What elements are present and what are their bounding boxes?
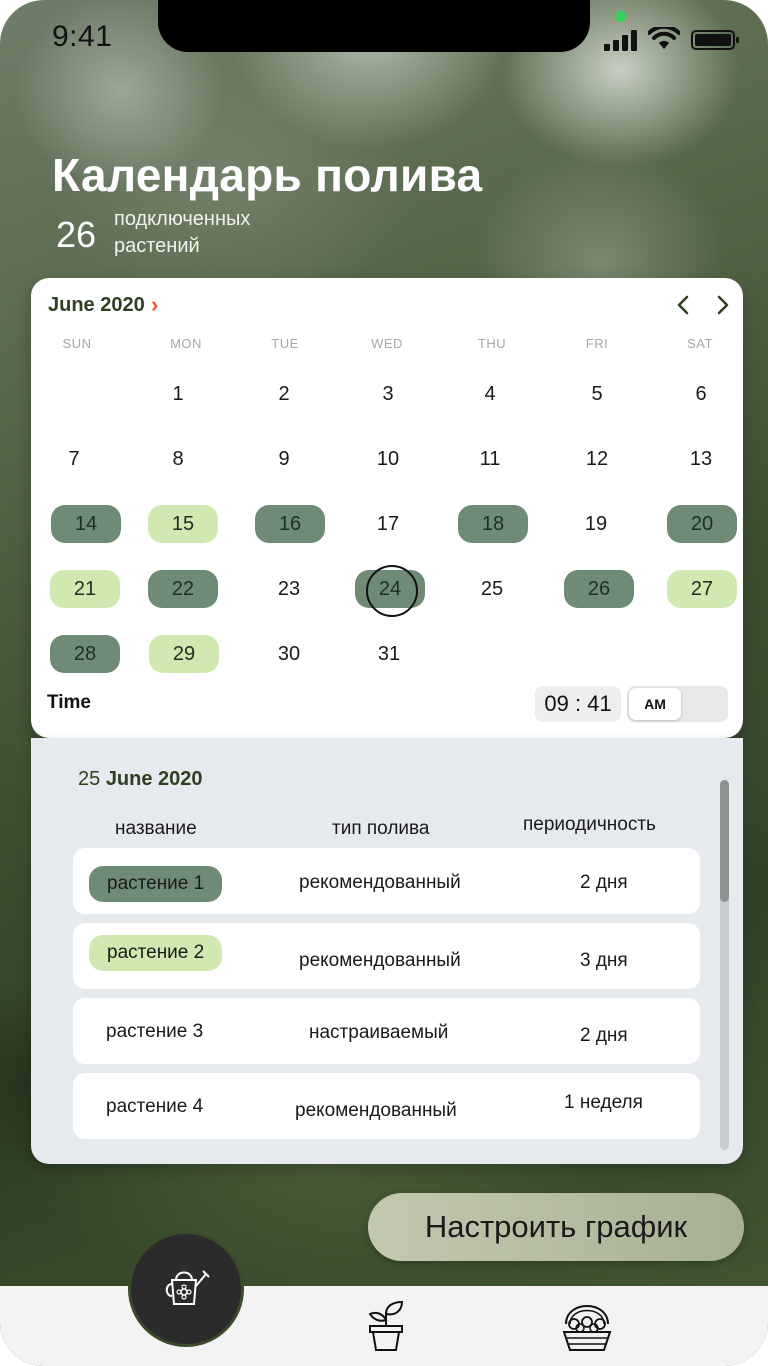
calendar-day-today[interactable]: 24 bbox=[355, 565, 425, 617]
next-month-button[interactable] bbox=[708, 288, 738, 322]
calendar-day[interactable]: 7 bbox=[38, 440, 110, 478]
weekday-mon: MON bbox=[170, 336, 202, 351]
calendar-day[interactable]: 2 bbox=[248, 375, 320, 413]
page-title: Календарь полива bbox=[52, 149, 483, 201]
am-option[interactable]: AM bbox=[629, 688, 681, 720]
schedule-panel: 25 June 2020 название тип полива периоди… bbox=[31, 738, 743, 1164]
plant-name-badge: растение 2 bbox=[89, 935, 223, 971]
wifi-icon bbox=[648, 27, 680, 49]
table-row[interactable]: растение 2 рекомендованный 3 дня bbox=[73, 923, 700, 989]
watering-type: рекомендованный bbox=[299, 950, 461, 971]
calendar-day[interactable]: 1 bbox=[142, 375, 214, 413]
status-time: 9:41 bbox=[52, 20, 113, 53]
calendar-day[interactable]: 31 bbox=[353, 635, 425, 673]
table-row[interactable]: растение 4 рекомендованный 1 неделя bbox=[73, 1073, 700, 1139]
watering-can-icon bbox=[165, 1270, 210, 1305]
plant-pot-icon[interactable] bbox=[366, 1300, 406, 1352]
calendar-day-watering[interactable]: 27 bbox=[667, 570, 737, 608]
calendar-day[interactable]: 13 bbox=[665, 440, 737, 478]
calendar-day-watering[interactable]: 26 bbox=[564, 570, 634, 608]
plant-count: 26 bbox=[56, 214, 97, 255]
plant-name: растение 4 bbox=[106, 1096, 204, 1117]
scrollbar-thumb[interactable] bbox=[720, 780, 729, 902]
cellular-signal-icon bbox=[604, 29, 640, 51]
plant-name-badge: растение 1 bbox=[89, 866, 223, 902]
calendar-day[interactable]: 6 bbox=[665, 375, 737, 413]
watering-period: 1 неделя bbox=[564, 1092, 643, 1113]
calendar-day[interactable]: 25 bbox=[456, 570, 528, 608]
selected-date-day: 25 bbox=[78, 768, 101, 790]
calendar-month[interactable]: June 2020 bbox=[48, 294, 145, 317]
weekday-fri: FRI bbox=[585, 336, 609, 351]
calendar-day-watering[interactable]: 22 bbox=[148, 570, 218, 608]
calendar-day[interactable]: 30 bbox=[253, 635, 325, 673]
calendar-day[interactable]: 12 bbox=[561, 440, 633, 478]
weekday-sat: SAT bbox=[687, 336, 713, 351]
watering-type: рекомендованный bbox=[299, 872, 461, 893]
watering-type: рекомендованный bbox=[295, 1100, 457, 1121]
calendar-day-watering[interactable]: 15 bbox=[148, 505, 218, 543]
calendar-day[interactable]: 19 bbox=[560, 505, 632, 543]
battery-icon bbox=[691, 30, 739, 50]
selected-date: 25 June 2020 bbox=[78, 768, 203, 791]
plant-count-label: подключенных растений bbox=[114, 208, 251, 257]
calendar-day[interactable]: 23 bbox=[253, 570, 325, 608]
watering-period: 2 дня bbox=[580, 1025, 628, 1046]
column-header-type: тип полива bbox=[332, 818, 430, 839]
calendar-day-watering[interactable]: 29 bbox=[149, 635, 219, 673]
watering-type: настраиваемый bbox=[309, 1022, 449, 1043]
table-row[interactable]: растение 1 рекомендованный 2 дня bbox=[73, 848, 700, 914]
watering-period: 3 дня bbox=[580, 950, 628, 971]
calendar-day[interactable]: 10 bbox=[352, 440, 424, 478]
notch bbox=[158, 0, 590, 52]
calendar-card: June 2020 › SUN MON TUE WED THU FRI SAT … bbox=[31, 278, 743, 738]
column-header-period: периодичность bbox=[523, 814, 656, 835]
weekday-wed: WED bbox=[371, 336, 403, 351]
am-pm-toggle[interactable]: AM bbox=[627, 686, 728, 722]
plant-name: растение 3 bbox=[106, 1021, 204, 1042]
calendar-day-watering[interactable]: 14 bbox=[51, 505, 121, 543]
calendar-day-watering[interactable]: 20 bbox=[667, 505, 737, 543]
nav-watering-button[interactable] bbox=[131, 1234, 241, 1344]
calendar-day-watering[interactable]: 18 bbox=[458, 505, 528, 543]
configure-schedule-button[interactable]: Настроить график bbox=[368, 1193, 744, 1261]
calendar-day[interactable]: 3 bbox=[352, 375, 424, 413]
calendar-day[interactable]: 17 bbox=[352, 505, 424, 543]
calendar-day[interactable]: 8 bbox=[142, 440, 214, 478]
camera-indicator bbox=[615, 11, 626, 22]
weekday-thu: THU bbox=[477, 336, 507, 351]
time-label: Time bbox=[47, 692, 92, 713]
calendar-day[interactable]: 9 bbox=[248, 440, 320, 478]
prev-month-button[interactable] bbox=[668, 288, 698, 322]
calendar-day-watering[interactable]: 16 bbox=[255, 505, 325, 543]
calendar-day[interactable]: 11 bbox=[454, 440, 526, 478]
calendar-day-watering[interactable]: 21 bbox=[50, 570, 120, 608]
calendar-day[interactable]: 5 bbox=[561, 375, 633, 413]
weekday-tue: TUE bbox=[271, 336, 299, 351]
calendar-day[interactable]: 4 bbox=[454, 375, 526, 413]
scrollbar[interactable] bbox=[720, 780, 729, 1150]
flower-basket-icon[interactable] bbox=[560, 1298, 614, 1352]
calendar-day-watering[interactable]: 28 bbox=[50, 635, 120, 673]
chevron-right-icon[interactable]: › bbox=[151, 292, 158, 318]
weekday-sun: SUN bbox=[62, 336, 92, 351]
selected-date-month: June 2020 bbox=[105, 768, 203, 790]
column-header-name: название bbox=[115, 818, 197, 839]
phone-screen: 9:41 Календарь полива 26 подключенных ра… bbox=[0, 0, 768, 1366]
time-input[interactable]: 09 : 41 bbox=[535, 686, 621, 722]
watering-period: 2 дня bbox=[580, 872, 628, 893]
table-row[interactable]: растение 3 настраиваемый 2 дня bbox=[73, 998, 700, 1064]
